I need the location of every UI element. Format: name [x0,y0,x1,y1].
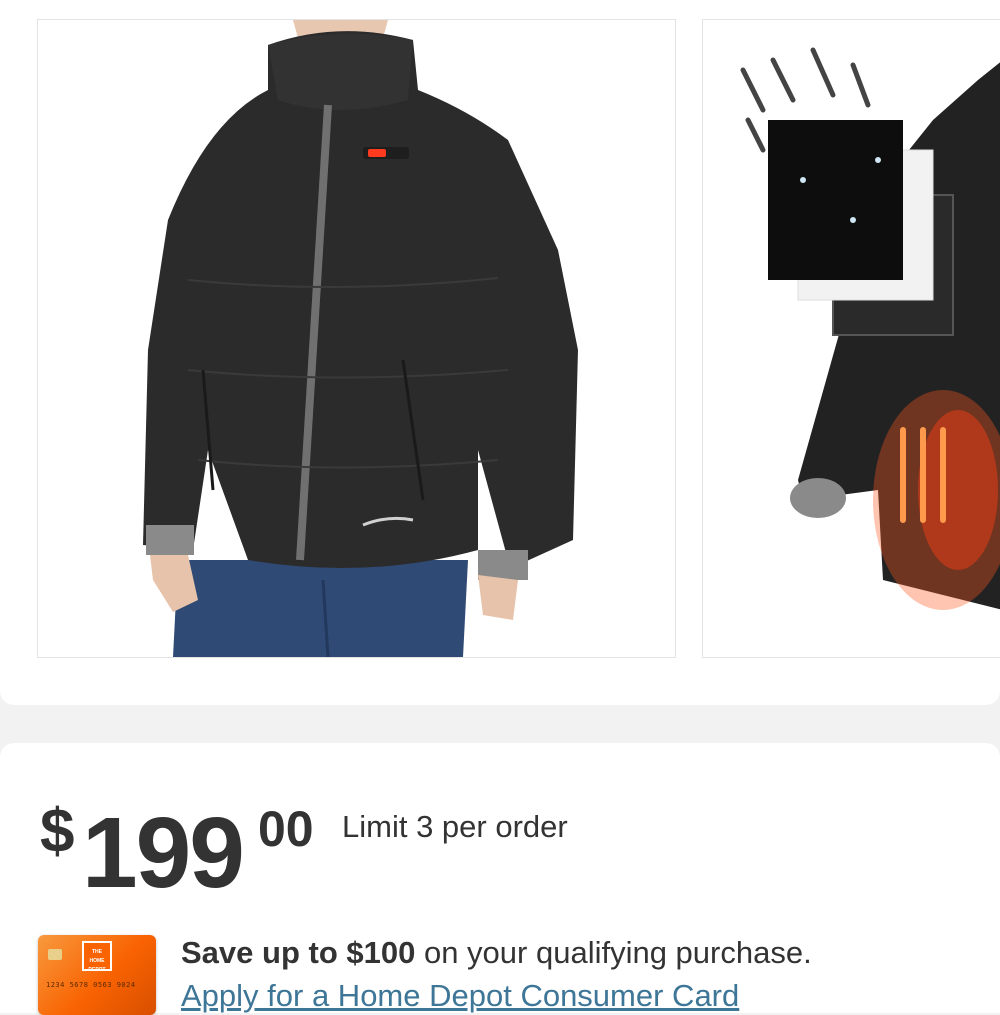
product-image-2[interactable] [702,19,1000,658]
price-cents: 00 [258,801,314,857]
promo-description: on your qualifying purchase. [415,935,812,970]
card-number: 1234 5678 0563 9024 [46,981,136,989]
product-image-1[interactable] [37,19,676,658]
order-limit-text: Limit 3 per order [342,809,568,844]
credit-card-image: THE HOME DEPOT 1234 5678 0563 9024 [38,935,156,1015]
card-chip-icon [48,949,62,960]
apply-card-link[interactable]: Apply for a Home Depot Consumer Card [181,978,739,1014]
price-dollars: 199 [82,797,245,909]
product-image-gallery [0,0,1000,705]
jacket-layers-image [740,47,1000,610]
home-depot-logo-icon: THE HOME DEPOT [82,941,112,973]
promo-text: Save up to $100 on your qualifying purch… [181,935,812,971]
price-panel: $ 199 00 Limit 3 per order THE HOME DEPO… [0,743,1000,1015]
jacket-front-image [143,20,578,657]
price-currency: $ [40,797,75,866]
promo-savings: Save up to $100 [181,935,416,970]
